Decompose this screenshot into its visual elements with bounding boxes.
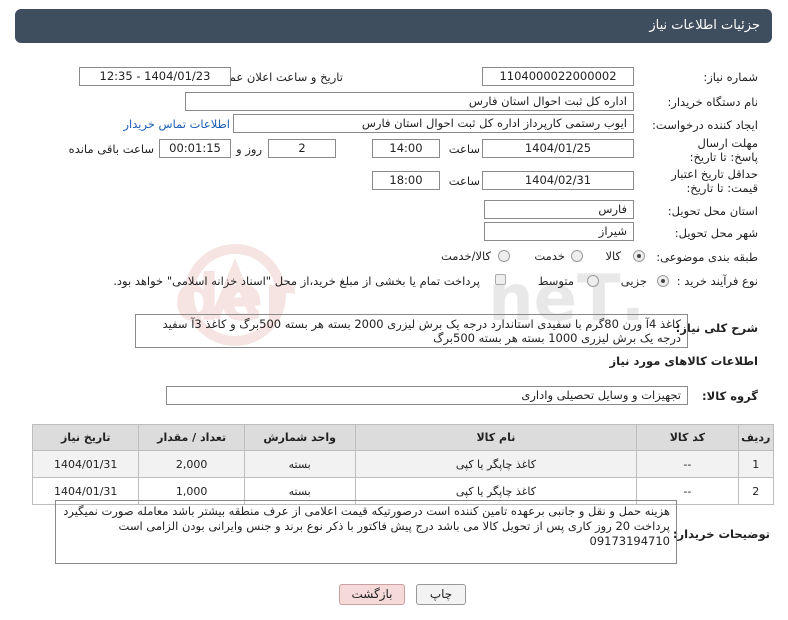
page-title: جزئیات اطلاعات نیاز <box>15 9 772 43</box>
goods-info-heading: اطلاعات کالاهای مورد نیاز <box>609 354 758 368</box>
col-name-header: نام کالا <box>354 424 638 451</box>
remaining-days-field: 2 <box>268 139 336 158</box>
category-goods-radio[interactable] <box>633 250 645 262</box>
need-number-label: شماره نیاز: <box>703 70 758 84</box>
col-date-header: تاریخ نیاز <box>31 424 140 451</box>
province-label: استان محل تحویل: <box>667 204 758 218</box>
row-number: 2 <box>737 477 775 505</box>
treasury-checkbox[interactable] <box>495 274 506 285</box>
goods-group-field: تجهیزات و وسایل تحصیلی واداری <box>166 386 688 405</box>
goods-group-label: گروه کالا: <box>702 389 758 403</box>
buyer-notes-field: هزینه حمل و نقل و جانبی برعهده تامین کنن… <box>55 500 677 564</box>
city-field: شیراز <box>484 222 634 241</box>
validity-label: حداقل تاریخ اعتبار قیمت: تا تاریخ: <box>671 167 758 195</box>
process-medium-radio[interactable] <box>587 275 599 287</box>
description-field: کاغذ 4آ ورن 80گرم با سفیدی استاندارد درج… <box>135 314 688 348</box>
goods-code: -- <box>636 450 739 478</box>
category-service-radio[interactable] <box>571 250 583 262</box>
description-label: شرح کلی نیاز: <box>675 321 758 335</box>
buyer-org-label: نام دستگاه خریدار: <box>667 95 758 109</box>
goods-unit: بسته <box>243 450 356 478</box>
table-row: 1 -- کاغذ چاپگر یا کپی بسته 2,000 1404/0… <box>31 450 775 478</box>
row-number: 1 <box>737 450 775 478</box>
goods-date: 1404/01/31 <box>31 450 140 478</box>
goods-table: ردیف کد کالا نام کالا واحد شمارش تعداد /… <box>31 424 775 505</box>
col-row-header: ردیف <box>737 424 775 451</box>
goods-name: کاغذ چاپگر یا کپی <box>354 450 638 478</box>
validity-time-label: ساعت <box>448 174 480 188</box>
remaining-label: ساعت باقی مانده <box>68 142 154 156</box>
print-button[interactable]: چاپ <box>416 584 466 605</box>
back-button[interactable]: بازگشت <box>339 584 405 605</box>
process-label: نوع فرآیند خرید : <box>676 274 758 288</box>
category-label: طبقه بندی موضوعی: <box>656 250 758 264</box>
category-service-label: خدمت <box>534 249 565 263</box>
contact-buyer-link[interactable]: اطلاعات تماس خریدار <box>123 117 230 131</box>
col-code-header: کد کالا <box>636 424 739 451</box>
goods-qty: 2,000 <box>138 450 245 478</box>
remaining-time-field: 00:01:15 <box>159 139 231 158</box>
category-goods-service-label: کالا/خدمت <box>440 249 491 263</box>
category-goods-label: کالا <box>605 249 621 263</box>
buyer-org-field: اداره کل ثبت احوال استان فارس <box>185 92 634 111</box>
requester-field: ایوب رستمی کارپرداز اداره کل ثبت احوال ا… <box>233 114 634 133</box>
day-and-label: روز و <box>236 142 262 156</box>
deadline-time-label: ساعت <box>448 142 480 156</box>
buyer-notes-label: توضیحات خریدار: <box>672 527 770 541</box>
validity-time-field: 18:00 <box>372 171 440 190</box>
send-deadline-label: مهلت ارسال پاسخ: تا تاریخ: <box>689 136 758 164</box>
process-medium-label: متوسط <box>537 274 574 288</box>
announce-datetime-field: 1404/01/23 - 12:35 <box>79 67 231 86</box>
city-label: شهر محل تحویل: <box>674 226 758 240</box>
need-number-field: 1104000022000002 <box>482 67 634 86</box>
requester-label: ایجاد کننده درخواست: <box>652 118 758 132</box>
province-field: فارس <box>484 200 634 219</box>
process-minor-label: جزیی <box>620 274 647 288</box>
deadline-time-field: 14:00 <box>372 139 440 158</box>
process-note: پرداخت تمام یا بخشی از مبلغ خرید،از محل … <box>113 274 480 288</box>
col-qty-header: تعداد / مقدار <box>138 424 245 451</box>
deadline-date-field: 1404/01/25 <box>482 139 634 158</box>
validity-date-field: 1404/02/31 <box>482 171 634 190</box>
col-unit-header: واحد شمارش <box>243 424 356 451</box>
category-goods-service-radio[interactable] <box>498 250 510 262</box>
process-minor-radio[interactable] <box>657 275 669 287</box>
